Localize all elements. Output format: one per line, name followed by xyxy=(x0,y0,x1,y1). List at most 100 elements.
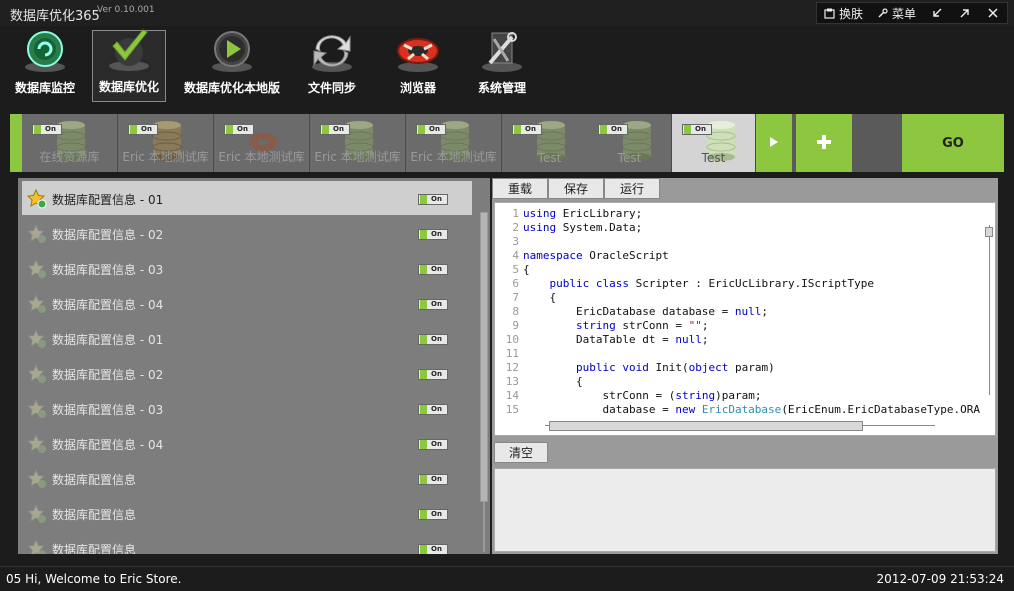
db-tab[interactable]: On 在线资源库 xyxy=(22,114,118,172)
config-list-item[interactable]: 数据库配置信息 - 01 On xyxy=(22,321,472,355)
toolbar-label: 系统管理 xyxy=(477,81,526,95)
toolbar-label: 文件同步 xyxy=(307,81,356,95)
toolbar-db-optimize[interactable]: 数据库优化 xyxy=(92,29,166,102)
config-list-item[interactable]: 数据库配置信息 - 03 On xyxy=(22,391,472,425)
config-label: 数据库配置信息 - 01 xyxy=(52,193,164,207)
star-icon xyxy=(26,398,47,422)
skin-icon xyxy=(824,8,835,19)
restore-button[interactable] xyxy=(923,3,951,23)
config-list-item[interactable]: 数据库配置信息 - 02 On xyxy=(22,356,472,390)
tab-toggle[interactable]: On xyxy=(32,124,62,135)
browser-icon xyxy=(393,29,443,75)
scrollbar-thumb[interactable] xyxy=(549,421,863,431)
star-icon xyxy=(26,433,47,457)
db-tab-label: Eric 本地测试库 xyxy=(410,150,497,164)
scrollbar-thumb[interactable] xyxy=(985,227,993,237)
config-toggle[interactable]: On xyxy=(418,544,448,554)
tab-toggle[interactable]: On xyxy=(224,124,254,135)
toolbar-file-sync[interactable]: 文件同步 xyxy=(300,30,364,102)
star-icon xyxy=(26,188,47,212)
db-tab[interactable]: On Test xyxy=(588,114,672,172)
go-button[interactable]: GO xyxy=(902,114,1004,172)
db-tab[interactable]: On Eric 本地测试库 xyxy=(118,114,214,172)
config-toggle[interactable]: On xyxy=(418,194,448,205)
config-label: 数据库配置信息 - 02 xyxy=(52,368,164,382)
toolbar-browser[interactable]: 浏览器 xyxy=(390,30,446,102)
add-database-button[interactable] xyxy=(796,114,852,172)
config-label: 数据库配置信息 xyxy=(52,543,137,554)
config-list-item[interactable]: 数据库配置信息 On xyxy=(22,531,472,554)
db-tab-label: Test xyxy=(617,151,642,165)
config-list-item[interactable]: 数据库配置信息 - 03 On xyxy=(22,251,472,285)
tab-toggle[interactable]: On xyxy=(512,124,542,135)
star-icon xyxy=(26,328,47,352)
main-toolbar: 数据库监控 数据库优化 数据库优化本地版 文件同步 浏览器 系统管理 xyxy=(0,26,1014,106)
close-icon xyxy=(988,8,998,18)
db-tab[interactable]: On Test xyxy=(502,114,598,172)
triangle-right-icon xyxy=(769,136,779,151)
save-button[interactable]: 保存 xyxy=(548,178,604,199)
config-label: 数据库配置信息 - 04 xyxy=(52,298,164,312)
config-list-item[interactable]: 数据库配置信息 On xyxy=(22,461,472,495)
editor-vertical-scrollbar[interactable] xyxy=(985,225,993,395)
tools-icon xyxy=(477,29,527,75)
star-icon xyxy=(26,293,47,317)
config-toggle[interactable]: On xyxy=(418,334,448,345)
star-icon xyxy=(26,258,47,282)
config-list-item[interactable]: 数据库配置信息 - 01 On xyxy=(22,181,472,215)
db-tab-label: 在线资源库 xyxy=(39,150,100,164)
config-list-item[interactable]: 数据库配置信息 - 04 On xyxy=(22,426,472,460)
star-icon xyxy=(26,503,47,527)
code-editor[interactable]: 1 using EricLibrary; 2 using System.Data; … xyxy=(494,202,996,436)
script-toolbar: 重载 保存 运行 xyxy=(492,178,660,199)
maximize-button[interactable] xyxy=(951,3,979,23)
menu-button[interactable]: 菜单 xyxy=(870,3,923,23)
star-icon xyxy=(26,538,47,554)
skin-button[interactable]: 换肤 xyxy=(817,3,870,23)
config-toggle[interactable]: On xyxy=(418,474,448,485)
database-tab-strip: On 在线资源库 On Eric 本地测试库 On Eric 本地测试库 On … xyxy=(10,114,1004,172)
config-toggle[interactable]: On xyxy=(418,369,448,380)
config-toggle[interactable]: On xyxy=(418,299,448,310)
config-list-scrollbar[interactable] xyxy=(480,212,488,552)
config-toggle[interactable]: On xyxy=(418,264,448,275)
toolbar-label: 数据库监控 xyxy=(14,81,75,95)
output-console[interactable] xyxy=(494,468,996,552)
editor-horizontal-scrollbar[interactable] xyxy=(545,421,935,431)
db-tab-label: Eric 本地测试库 xyxy=(314,150,401,164)
tab-toggle[interactable]: On xyxy=(320,124,350,135)
db-tab-label: Test xyxy=(537,151,562,165)
scrollbar-thumb[interactable] xyxy=(480,212,488,502)
db-tab-label: Eric 本地测试库 xyxy=(218,150,305,164)
db-tab-active[interactable]: On Test xyxy=(672,114,756,172)
config-toggle[interactable]: On xyxy=(418,509,448,520)
tab-toggle[interactable]: On xyxy=(128,124,158,135)
config-label: 数据库配置信息 xyxy=(52,508,137,522)
db-tab-label: Eric 本地测试库 xyxy=(122,150,209,164)
db-tab[interactable]: On Eric 本地测试库 xyxy=(406,114,502,172)
tab-toggle[interactable]: On xyxy=(416,124,446,135)
config-label: 数据库配置信息 - 03 xyxy=(52,263,164,277)
config-list-item[interactable]: 数据库配置信息 - 04 On xyxy=(22,286,472,320)
status-datetime: 2012-07-09 21:53:24 xyxy=(876,572,1004,586)
db-tab[interactable]: On Eric 本地测试库 xyxy=(214,114,310,172)
config-toggle[interactable]: On xyxy=(418,229,448,240)
scroll-right-button[interactable] xyxy=(756,114,792,172)
toolbar-system-admin[interactable]: 系统管理 xyxy=(470,30,534,102)
config-list-item[interactable]: 数据库配置信息 - 02 On xyxy=(22,216,472,250)
close-button[interactable] xyxy=(979,3,1007,23)
tab-toggle[interactable]: On xyxy=(682,124,712,135)
reload-button[interactable]: 重载 xyxy=(492,178,548,199)
clear-button[interactable]: 清空 xyxy=(494,442,548,463)
toolbar-label: 数据库优化 xyxy=(98,80,159,94)
db-tab[interactable]: On Eric 本地测试库 xyxy=(310,114,406,172)
toolbar-db-monitor[interactable]: 数据库监控 xyxy=(10,30,80,102)
status-message: 05 Hi, Welcome to Eric Store. xyxy=(6,572,182,586)
config-list-item[interactable]: 数据库配置信息 On xyxy=(22,496,472,530)
toolbar-db-optimize-local[interactable]: 数据库优化本地版 xyxy=(180,30,284,102)
run-button[interactable]: 运行 xyxy=(604,178,660,199)
config-toggle[interactable]: On xyxy=(418,404,448,415)
config-toggle[interactable]: On xyxy=(418,439,448,450)
menu-button-label: 菜单 xyxy=(891,6,916,21)
tab-toggle[interactable]: On xyxy=(598,124,628,135)
